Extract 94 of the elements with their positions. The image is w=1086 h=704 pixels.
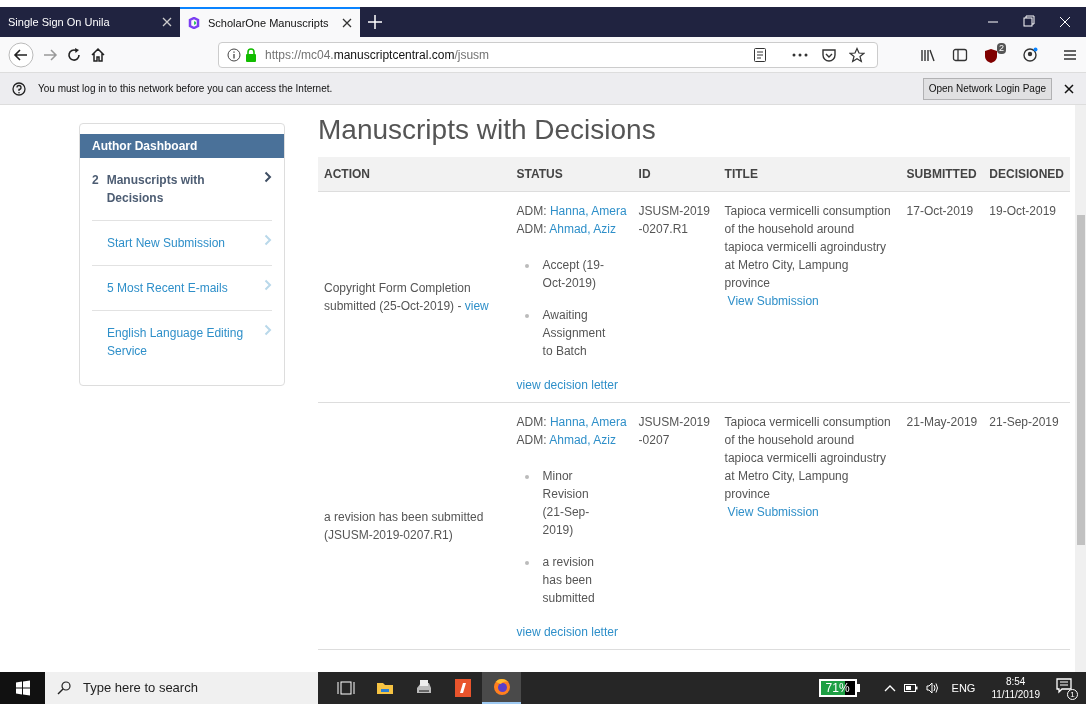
reader-view-icon[interactable] xyxy=(753,46,767,63)
firefox-icon[interactable] xyxy=(491,677,512,697)
forward-icon[interactable] xyxy=(42,46,58,63)
sidebar-item[interactable]: Start New Submission xyxy=(92,221,272,266)
notification-message: You must log in to this network before you can access the Internet. xyxy=(38,82,333,96)
admin-link[interactable]: Ahmad, Aziz xyxy=(549,221,616,236)
admin-line: ADM: Ahmad, Aziz xyxy=(516,220,617,238)
admin-line: ADM: Hanna, Amera xyxy=(516,202,627,220)
search-placeholder: Type here to search xyxy=(83,679,198,698)
notification-count: 1 xyxy=(1067,689,1078,700)
scroll-thumb[interactable] xyxy=(1076,215,1085,545)
tab-title: ScholarOne Manuscripts xyxy=(208,15,330,31)
action-text: Copyright Form Completion submitted (25-Oct-2019) - view xyxy=(324,279,490,315)
status-item: Accept (19-Oct-2019) xyxy=(542,256,605,292)
shield-icon[interactable] xyxy=(984,47,998,64)
status-item: Awaiting Assignment to Batch xyxy=(542,306,607,360)
back-icon[interactable] xyxy=(8,41,34,68)
admin-link[interactable]: Ahmad, Aziz xyxy=(549,432,616,447)
close-icon[interactable] xyxy=(342,18,352,28)
view-submission-link[interactable]: View Submission xyxy=(724,291,895,310)
chevron-icon xyxy=(264,324,272,336)
pocket-icon[interactable] xyxy=(821,46,837,63)
submitted-date: 21-May-2019 xyxy=(906,414,978,429)
item-count: 2 xyxy=(92,172,99,189)
decision-date: 19-Oct-2019 xyxy=(989,203,1056,218)
admin-link[interactable]: Hanna, Amera xyxy=(549,203,627,218)
column-header: STATUS xyxy=(510,157,633,191)
admin-line: ADM: Hanna, Amera xyxy=(516,413,627,431)
help-icon xyxy=(12,81,26,96)
column-header: ID xyxy=(632,157,719,191)
manuscript-id: JSUSM-2019-0207 xyxy=(638,413,711,449)
windows-logo-icon[interactable] xyxy=(14,680,31,696)
decision-letter-link[interactable]: view decision letter xyxy=(516,375,627,394)
view-submission-link[interactable]: View Submission xyxy=(724,502,895,521)
star-icon[interactable] xyxy=(849,46,865,63)
clock-time: 8:54 xyxy=(1005,675,1026,688)
task-view-icon[interactable] xyxy=(335,678,356,698)
status-item: a revision has been submitted xyxy=(542,553,596,607)
chevron-icon xyxy=(264,234,272,246)
bullet-icon xyxy=(524,313,529,318)
decision-date: 21-Sep-2019 xyxy=(989,414,1059,429)
bullet-icon xyxy=(524,474,529,479)
bullet-icon xyxy=(524,560,529,565)
view-link[interactable]: view xyxy=(464,298,489,313)
chevron-icon xyxy=(264,171,272,183)
action-text: a revision has been submitted (JSUSM-2019-0207.R1) xyxy=(324,508,485,544)
page-title: Manuscripts with Decisions xyxy=(318,113,657,147)
manuscript-title: Tapioca vermicelli consumption of the household around tapioca vermicelli agroindustry at Metro City, Lampung province xyxy=(724,413,892,503)
clock-date: 11/11/2019 xyxy=(991,688,1040,701)
account-icon[interactable] xyxy=(1022,46,1038,63)
login-page-button[interactable]: Open Network Login Page xyxy=(922,77,1052,100)
bullet-icon xyxy=(524,263,529,268)
column-header: TITLE xyxy=(718,157,901,191)
search-field[interactable]: Type here to search xyxy=(45,672,318,704)
browser-tab[interactable]: ScholarOne Manuscripts xyxy=(180,7,360,37)
submitted-date: 17-Oct-2019 xyxy=(906,203,974,218)
status-item: Minor Revision (21-Sep-2019) xyxy=(542,467,591,539)
site-logo-icon xyxy=(188,17,200,29)
padlock-icon xyxy=(245,47,257,62)
manuscript-id: JSUSM-2019-0207.R1 xyxy=(638,202,711,238)
search-icon xyxy=(57,681,71,695)
info-icon xyxy=(227,47,241,62)
chevron-up-icon[interactable] xyxy=(883,683,896,693)
tab-title: Single Sign On Unila xyxy=(8,14,111,30)
document-app-icon[interactable] xyxy=(452,678,473,698)
home-icon[interactable] xyxy=(90,46,106,63)
column-header: ACTION xyxy=(318,157,511,191)
language-indicator[interactable]: ENG xyxy=(951,679,976,697)
chevron-icon xyxy=(264,279,272,291)
reload-icon[interactable] xyxy=(66,46,82,63)
notifications-icon[interactable] xyxy=(1056,678,1072,694)
url-text: https://mc04.manuscriptcentral.com/jsusm xyxy=(265,46,490,64)
manuscript-title: Tapioca vermicelli consumption of the household around tapioca vermicelli agroindustry at Metro City, Lampung province xyxy=(724,202,892,292)
sidebar-item[interactable]: 5 Most Recent E-mails xyxy=(92,266,272,311)
sidebar-item[interactable]: English Language Editing Service xyxy=(92,311,272,373)
item-label: 5 Most Recent E-mails xyxy=(107,280,228,297)
column-header: DECISIONED xyxy=(983,157,1070,191)
extension-badge: 2 xyxy=(997,42,1006,54)
speaker-icon[interactable] xyxy=(925,682,940,694)
sidebar-header: Author Dashboard xyxy=(80,134,284,158)
sidebar-item[interactable]: 2 Manuscripts with Decisions xyxy=(92,158,272,221)
item-label: Start New Submission xyxy=(107,235,226,252)
admin-line: ADM: Ahmad, Aziz xyxy=(516,431,617,449)
column-header: SUBMITTED xyxy=(900,157,984,191)
scrollbar[interactable] xyxy=(1075,105,1086,672)
sidebar-icon[interactable] xyxy=(952,46,968,63)
admin-link[interactable]: Hanna, Amera xyxy=(549,414,627,429)
close-icon[interactable] xyxy=(1064,83,1074,94)
item-label: Manuscripts with Decisions xyxy=(106,172,206,207)
item-label: English Language Editing Service xyxy=(107,325,245,360)
decision-letter-link[interactable]: view decision letter xyxy=(516,622,627,641)
clock[interactable]: 8:54 11/11/2019 xyxy=(991,675,1040,701)
battery-icon[interactable] xyxy=(903,683,918,693)
address-bar[interactable]: https://mc04.manuscriptcentral.com/jsusm xyxy=(218,41,878,68)
